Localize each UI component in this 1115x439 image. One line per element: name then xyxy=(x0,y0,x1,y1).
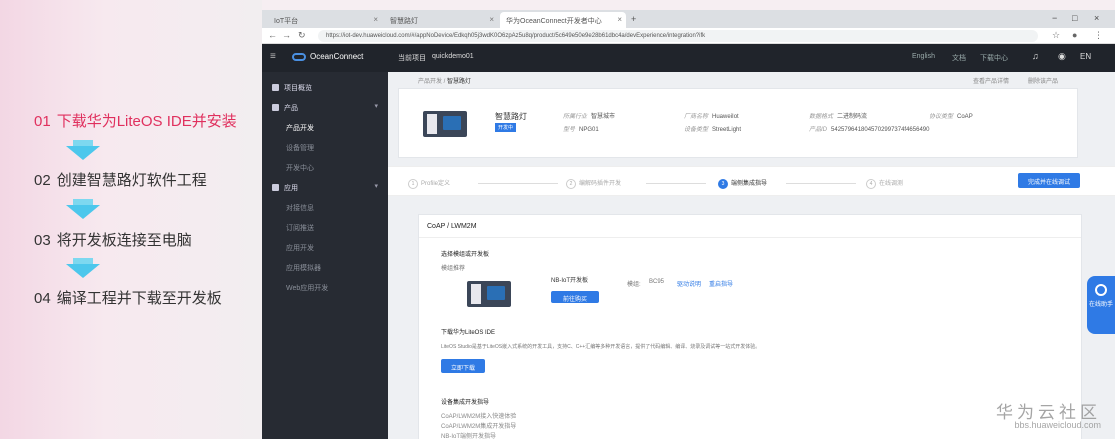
dev-stepper: 1 Profile定义 2 编解码插件开发 3 端侧集成指导 4 在线调测 完成并在线调… xyxy=(388,166,1115,196)
protocol-title: CoAP / LWM2M xyxy=(427,223,477,230)
step-integration[interactable]: 3 端侧集成指导 xyxy=(718,178,767,189)
field-industry: 所属行业 智慧城市 xyxy=(563,114,616,120)
back-icon[interactable]: ← xyxy=(268,30,277,40)
step-online-debug[interactable]: 4 在线调测 xyxy=(866,178,903,189)
oceanconnect-logo-icon xyxy=(292,52,306,61)
online-assistant-button[interactable]: 在线助手 xyxy=(1087,276,1115,334)
guide-link-2[interactable]: CoAP/LWM2M集成开发指导 xyxy=(441,421,516,430)
nav-docs[interactable]: 文档 xyxy=(952,53,966,63)
minimize-icon[interactable]: − xyxy=(1052,13,1057,23)
sidebar-item-3[interactable]: 设备管理 xyxy=(262,140,388,154)
restart-guide-link[interactable]: 重启指导 xyxy=(709,279,733,288)
menu-icon[interactable]: ⋮ xyxy=(1094,30,1103,41)
field-data-format: 数据格式 二进制码流 xyxy=(809,114,868,120)
close-icon[interactable]: × xyxy=(489,15,494,24)
nav-english[interactable]: English xyxy=(912,53,935,60)
reload-icon[interactable]: ↻ xyxy=(298,30,306,41)
watermark-en: bbs.huaweicloud.com xyxy=(1014,420,1101,430)
chevron-down-icon: ▾ xyxy=(374,103,378,110)
hamburger-icon[interactable]: ≡ xyxy=(270,51,276,62)
project-label: 当前项目 xyxy=(398,55,426,62)
finish-debug-button[interactable]: 完成并在线调试 xyxy=(1018,173,1080,188)
sidebar-item-9[interactable]: 应用模拟器 xyxy=(262,260,388,274)
breadcrumb: 产品开发 / 智慧路灯 xyxy=(418,79,472,85)
choose-board-title: 选择模组或开发板 xyxy=(441,252,490,258)
sidebar-item-4[interactable]: 开发中心 xyxy=(262,160,388,174)
delete-product-link[interactable]: 删除该产品 xyxy=(1028,76,1058,85)
ide-description: LiteOS Studio是基于LiteOS嵌入式系统的开发工具，支持C、C++… xyxy=(441,344,761,350)
status-badge: 开发中 xyxy=(495,123,517,132)
field-vendor: 厂商名称 HuaweiIot xyxy=(684,114,739,120)
brand-logo[interactable]: OceanConnect xyxy=(292,52,363,61)
address-bar: ← → ↻ https://iot-dev.huaweicloud.com/#/… xyxy=(262,28,1115,44)
down-arrow-icon xyxy=(66,199,100,221)
ide-title: 下载华为LiteOS IDE xyxy=(441,330,496,336)
forward-icon[interactable]: → xyxy=(282,30,291,40)
view-product-link[interactable]: 查看产品详情 xyxy=(973,76,1009,85)
recommend-label: 模组推荐 xyxy=(441,266,466,272)
driver-doc-link[interactable]: 驱动说明 xyxy=(677,279,701,288)
slide-step-3: 03 将开发板连接至电脑 xyxy=(34,232,192,249)
guide-title: 设备集成开发指导 xyxy=(441,400,490,406)
tab-bar: IoT平台 × 智慧路灯 × 华为OceanConnect开发者中心 × + − □ … xyxy=(262,10,1115,28)
breadcrumb-current: 智慧路灯 xyxy=(447,79,472,85)
nav-download[interactable]: 下载中心 xyxy=(980,53,1008,63)
account-icon[interactable]: ● xyxy=(1072,30,1077,40)
integration-card: CoAP / LWM2M 选择模组或开发板 模组推荐 NB-IoT开发板 前往购… xyxy=(418,214,1082,439)
maximize-icon[interactable]: □ xyxy=(1072,13,1077,23)
slide-step-1: 01 下载华为LiteOS IDE并安装 xyxy=(34,113,237,130)
download-ide-button[interactable]: 立即下载 xyxy=(441,359,485,373)
sidebar-item-1[interactable]: 产品 ▾ xyxy=(262,100,388,114)
board-tag-module: 模组: xyxy=(627,282,641,288)
board-image xyxy=(467,281,511,307)
board-tag-bc95: BC95 xyxy=(649,279,665,285)
sidebar-item-8[interactable]: 应用开发 xyxy=(262,240,388,254)
sidebar-item-7[interactable]: 订阅推送 xyxy=(262,220,388,234)
product-image xyxy=(423,111,467,137)
sidebar-item-6[interactable]: 对接信息 xyxy=(262,200,388,214)
browser-window: IoT平台 × 智慧路灯 × 华为OceanConnect开发者中心 × + − □ … xyxy=(262,10,1115,439)
star-icon[interactable]: ☆ xyxy=(1052,30,1060,41)
top-nav: ≡ OceanConnect 当前项目 quickdemo01 English … xyxy=(262,44,1115,72)
buy-board-button[interactable]: 前往购买 xyxy=(551,291,599,303)
sidebar-item-0[interactable]: 项目概览 xyxy=(262,80,388,94)
slide-step-4: 04 编译工程并下载至开发板 xyxy=(34,290,222,307)
step-codec[interactable]: 2 编解码插件开发 xyxy=(566,178,621,189)
field-product-id: 产品ID 5425796418045702997374f4656490 xyxy=(809,127,930,133)
down-arrow-icon xyxy=(66,258,100,280)
guide-link-3[interactable]: NB-IoT端侧开发指导 xyxy=(441,431,496,439)
language-switch[interactable]: EN xyxy=(1080,52,1091,61)
sidebar-item-10[interactable]: Web应用开发 xyxy=(262,280,388,294)
field-protocol: 协议类型 CoAP xyxy=(929,114,973,120)
browser-tab-3[interactable]: 华为OceanConnect开发者中心 × xyxy=(500,12,626,28)
user-icon[interactable]: ◉ xyxy=(1058,51,1066,62)
bell-icon[interactable]: ♫ xyxy=(1032,51,1039,61)
step-profile[interactable]: 1 Profile定义 xyxy=(408,178,450,189)
slide-panel: 01 下载华为LiteOS IDE并安装 02 创建智慧路灯软件工程 03 将开发板连… xyxy=(0,0,262,439)
browser-tab-2[interactable]: 智慧路灯 × xyxy=(384,12,498,28)
sidebar: 项目概览产品 ▾ 产品开发设备管理开发中心应用 ▾ 对接信息订阅推送应用开发应用模拟器 W… xyxy=(262,72,388,439)
breadcrumb-item[interactable]: 产品开发 xyxy=(418,79,442,85)
close-window-icon[interactable]: × xyxy=(1094,13,1099,23)
url-input[interactable]: https://iot-dev.huaweicloud.com/#/appNoD… xyxy=(318,30,1038,42)
close-icon[interactable]: × xyxy=(617,15,622,24)
close-icon[interactable]: × xyxy=(373,15,378,24)
field-device-type: 设备类型 StreetLight xyxy=(684,127,742,133)
guide-link-1[interactable]: CoAP/LWM2M接入快速体验 xyxy=(441,411,516,420)
slide-step-2: 02 创建智慧路灯软件工程 xyxy=(34,172,207,189)
board-name: NB-IoT开发板 xyxy=(551,278,589,284)
sidebar-item-5[interactable]: 应用 ▾ xyxy=(262,180,388,194)
project-select[interactable]: quickdemo01 xyxy=(432,53,474,60)
down-arrow-icon xyxy=(66,140,100,162)
main-content: 产品开发 / 智慧路灯 查看产品详情 删除该产品 智慧路灯 开发中 所属行业 智慧… xyxy=(388,72,1115,439)
product-card: 智慧路灯 开发中 所属行业 智慧城市 型号 NPG01 厂商名称 HuaweiIot … xyxy=(398,88,1078,158)
chevron-down-icon: ▾ xyxy=(374,183,378,190)
field-model: 型号 NPG01 xyxy=(563,127,599,133)
product-name: 智慧路灯 xyxy=(495,112,527,121)
browser-tab-1[interactable]: IoT平台 × xyxy=(268,12,382,28)
sidebar-item-2[interactable]: 产品开发 xyxy=(262,120,388,134)
assistant-icon xyxy=(1095,284,1107,296)
new-tab-button[interactable]: + xyxy=(628,12,642,28)
